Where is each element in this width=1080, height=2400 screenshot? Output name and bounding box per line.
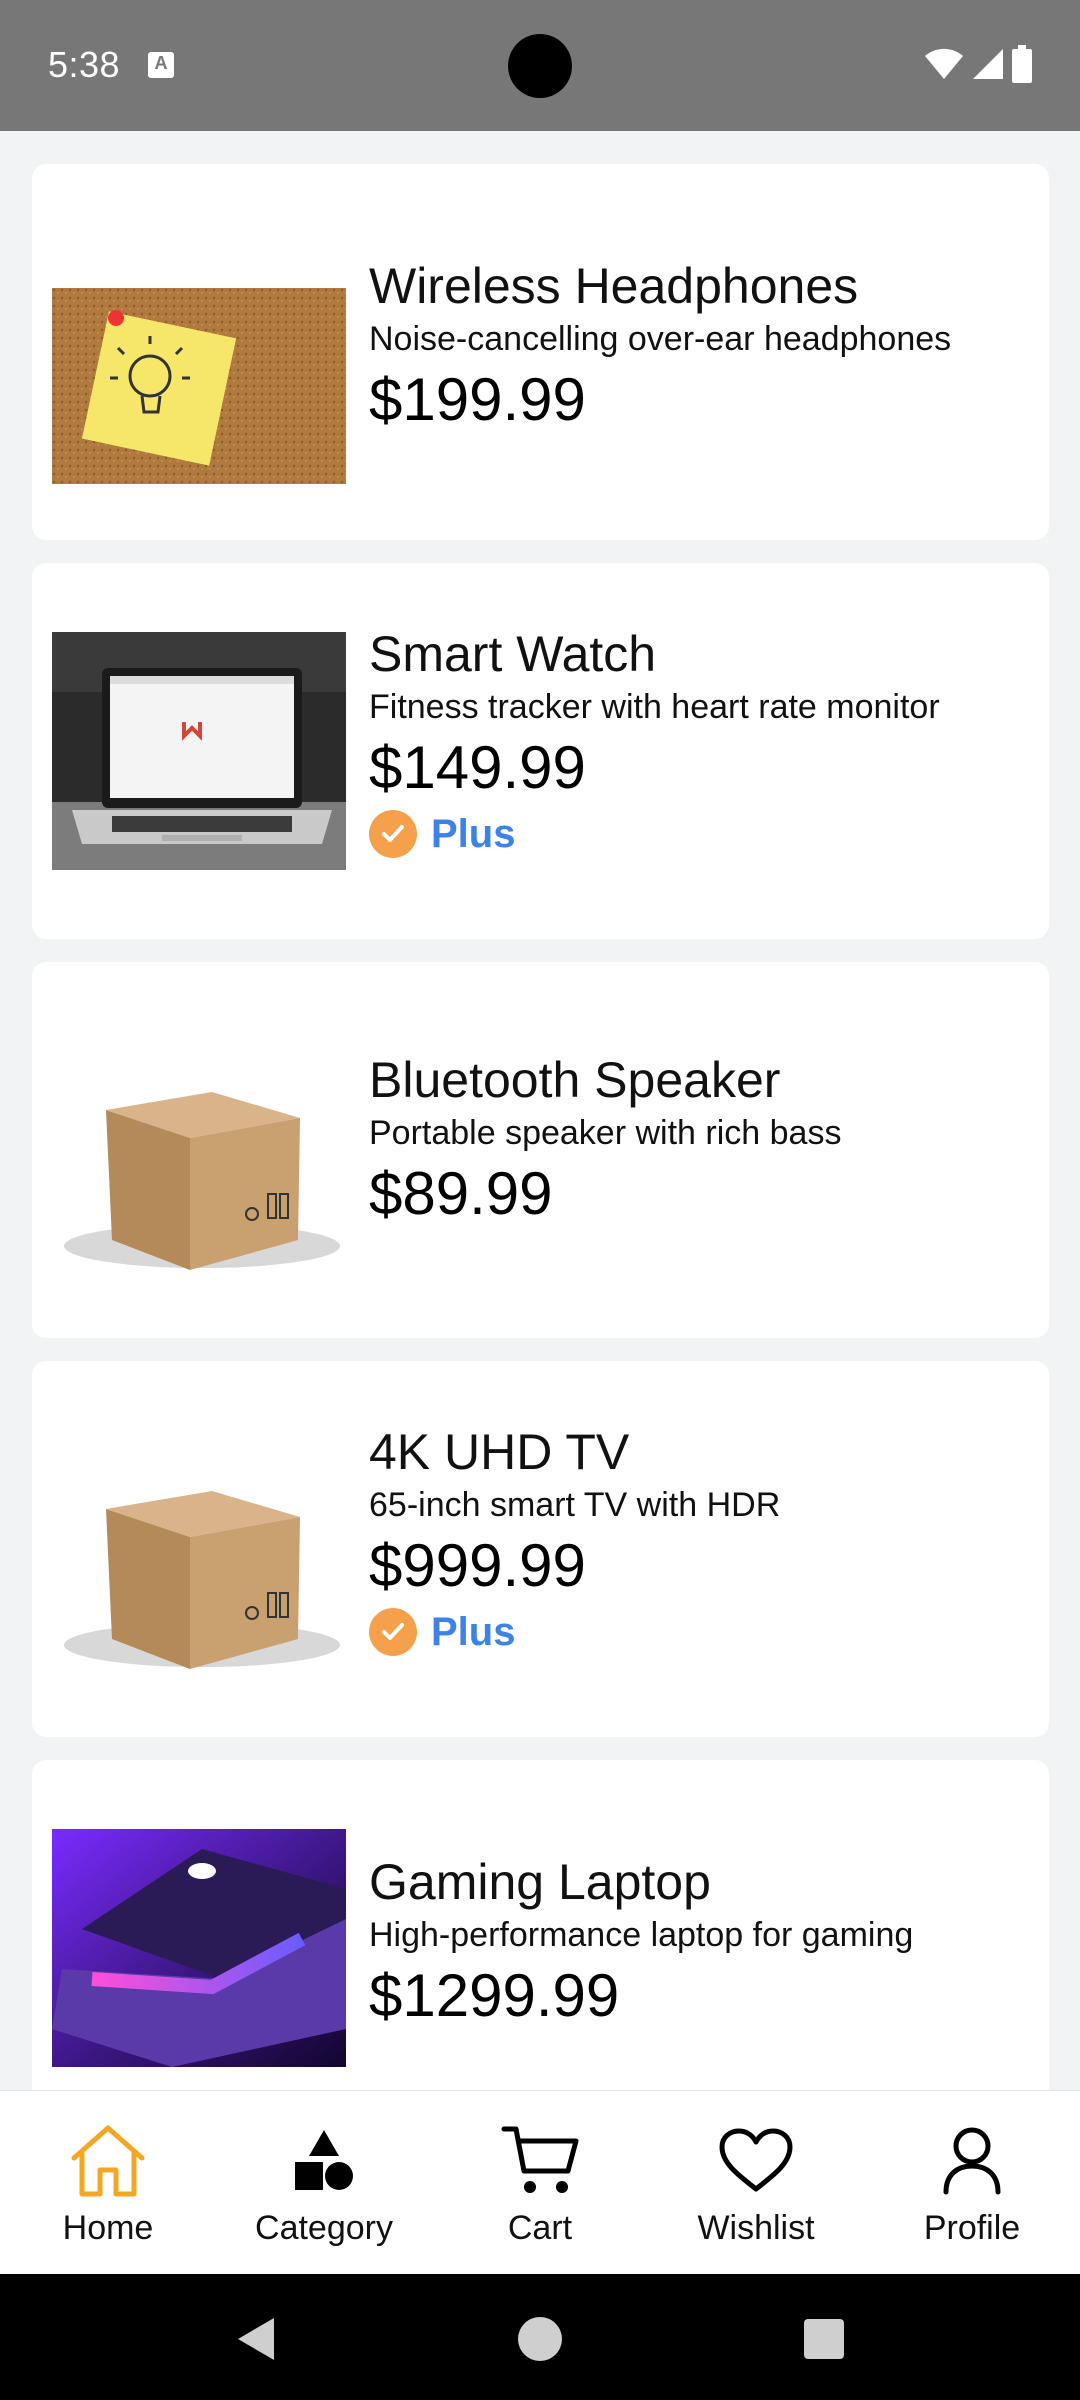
plus-badge: Plus <box>369 810 1029 858</box>
product-info: 4K UHD TV 65-inch smart TV with HDR $999… <box>369 1422 1029 1656</box>
cart-icon <box>501 2126 579 2193</box>
product-name: Smart Watch <box>369 626 657 682</box>
status-time: 5:38 <box>48 44 121 85</box>
product-name: Wireless Headphones <box>369 258 859 314</box>
battery-icon <box>1012 45 1032 83</box>
recents-icon[interactable] <box>803 2318 845 2360</box>
product-name: Gaming Laptop <box>369 1854 711 1910</box>
wifi-icon <box>925 48 963 79</box>
product-info: Gaming Laptop High-performance laptop fo… <box>369 1852 1029 2034</box>
camera-cutout <box>508 34 572 98</box>
purple-laptop-image <box>52 1829 346 2067</box>
product-name: 4K UHD TV <box>369 1424 630 1480</box>
signal-icon <box>973 49 1003 79</box>
cardboard-box-image <box>52 1407 346 1694</box>
product-image <box>52 1829 346 2067</box>
product-card[interactable]: Wireless Headphones Noise-cancelling ove… <box>32 164 1049 540</box>
laptop-gmail-image <box>52 632 346 870</box>
product-description: High-performance laptop for gaming <box>369 1916 914 1954</box>
cardboard-box-image <box>52 1008 346 1295</box>
check-circle-icon <box>369 1608 417 1656</box>
nav-label: Cart <box>507 2209 573 2247</box>
sticky-note-lightbulb-image <box>52 288 346 484</box>
product-image <box>52 1008 346 1295</box>
product-description: Portable speaker with rich bass <box>369 1114 842 1152</box>
home-icon <box>71 2125 145 2197</box>
bottom-nav: Home Category Cart Wishlist Profile <box>0 2090 1080 2274</box>
product-image <box>52 632 346 870</box>
product-card[interactable]: 4K UHD TV 65-inch smart TV with HDR $999… <box>32 1361 1049 1737</box>
status-bar: 5:38 <box>0 0 1080 131</box>
product-info: Bluetooth Speaker Portable speaker with … <box>369 1050 1029 1232</box>
product-price: $199.99 <box>369 366 586 433</box>
shapes-icon <box>295 2130 353 2190</box>
product-card[interactable]: Smart Watch Fitness tracker with heart r… <box>32 563 1049 939</box>
plus-label: Plus <box>431 1609 516 1654</box>
nav-label: Wishlist <box>697 2209 815 2247</box>
text-a-icon <box>148 52 174 78</box>
home-circle-icon[interactable] <box>516 2315 564 2363</box>
nav-item-profile[interactable]: Profile <box>864 2091 1080 2275</box>
nav-label: Category <box>255 2209 393 2247</box>
product-card[interactable]: Gaming Laptop High-performance laptop fo… <box>32 1760 1049 2090</box>
product-description: Noise-cancelling over-ear headphones <box>369 320 952 358</box>
product-list[interactable]: Wireless Headphones Noise-cancelling ove… <box>0 131 1080 2090</box>
person-icon <box>943 2127 1001 2195</box>
back-icon[interactable] <box>234 2316 278 2362</box>
product-image <box>52 288 346 484</box>
nav-label: Profile <box>923 2209 1021 2247</box>
product-name: Bluetooth Speaker <box>369 1052 781 1108</box>
product-price: $999.99 <box>369 1532 586 1599</box>
status-icons <box>924 44 1032 84</box>
product-price: $149.99 <box>369 734 586 801</box>
nav-item-cart[interactable]: Cart <box>432 2091 648 2275</box>
product-description: 65-inch smart TV with HDR <box>369 1486 781 1524</box>
nav-label: Home <box>62 2209 154 2247</box>
nav-item-home[interactable]: Home <box>0 2091 216 2275</box>
check-circle-icon <box>369 810 417 858</box>
product-image <box>52 1407 346 1694</box>
product-info: Wireless Headphones Noise-cancelling ove… <box>369 256 1029 438</box>
plus-label: Plus <box>431 811 516 856</box>
product-price: $1299.99 <box>369 1962 620 2029</box>
product-card[interactable]: Bluetooth Speaker Portable speaker with … <box>32 962 1049 1338</box>
nav-item-wishlist[interactable]: Wishlist <box>648 2091 864 2275</box>
product-description: Fitness tracker with heart rate monitor <box>369 688 940 726</box>
plus-badge: Plus <box>369 1608 1029 1656</box>
heart-icon <box>719 2128 793 2192</box>
product-price: $89.99 <box>369 1160 553 1227</box>
product-info: Smart Watch Fitness tracker with heart r… <box>369 624 1029 858</box>
system-nav-bar <box>0 2274 1080 2400</box>
nav-item-category[interactable]: Category <box>216 2091 432 2275</box>
